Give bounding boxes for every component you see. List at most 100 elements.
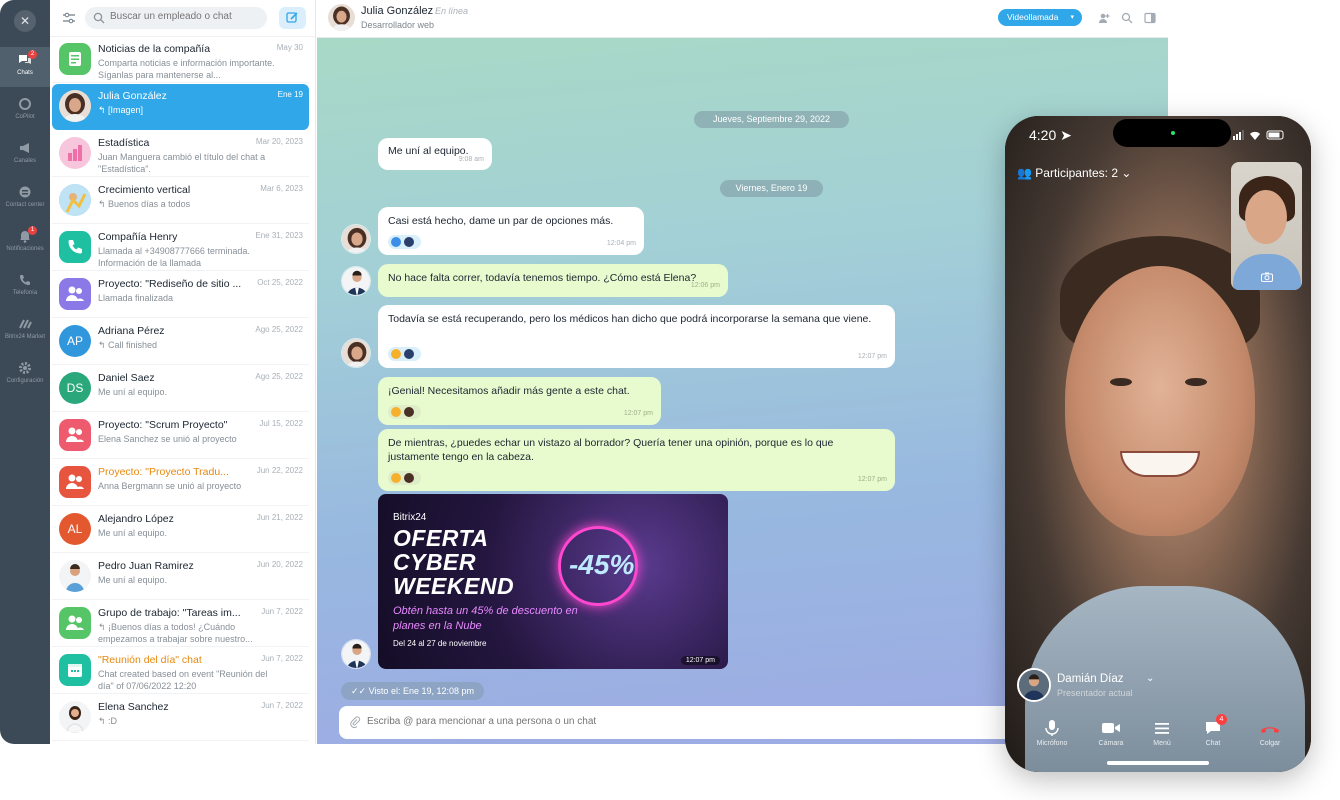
reactions[interactable]	[388, 471, 421, 485]
chat-button[interactable]: Chat 4	[1188, 714, 1238, 747]
chat-name: Grupo de trabajo: "Tareas im...	[98, 607, 241, 619]
promo-brand: Bitrix24	[393, 512, 427, 523]
chats-badge: 2	[28, 50, 37, 59]
search-box[interactable]	[85, 7, 267, 29]
promo-subtitle: Obtén hasta un 45% de descuento en plane…	[393, 605, 578, 632]
message-bubble-own: De mientras, ¿puedes echar un vistazo al…	[378, 429, 895, 491]
participants-button[interactable]: 👥 Participantes: 2 ⌄	[1017, 166, 1131, 180]
search-icon	[93, 12, 105, 24]
copilot-icon	[19, 98, 31, 110]
chat-list-item[interactable]: Grupo de trabajo: "Tareas im... Jun 7, 2…	[52, 601, 309, 647]
camera-button[interactable]: Cámara	[1086, 720, 1136, 747]
reactions[interactable]	[388, 235, 421, 249]
smile-emoji-icon	[391, 349, 401, 359]
status-time: 4:20 ➤	[1029, 127, 1072, 143]
group-avatar-icon	[59, 607, 91, 639]
message-bubble: Casi está hecho, dame un par de opciones…	[378, 207, 644, 255]
chat-list-item[interactable]: DS Daniel Saez Ago 25, 2022 Me uní al eq…	[52, 366, 309, 412]
avatar	[404, 473, 414, 483]
close-icon[interactable]: ✕	[14, 10, 36, 32]
search-input[interactable]	[110, 11, 260, 22]
avatar: AL	[59, 513, 91, 545]
chat-list-item[interactable]: AL Alejandro López Jun 21, 2022 Me uní a…	[52, 507, 309, 553]
avatar[interactable]	[341, 266, 371, 296]
rail-item-configuracion[interactable]: Configuración	[0, 355, 50, 395]
chevron-down-icon[interactable]: ⌄	[1146, 673, 1154, 684]
avatar[interactable]	[341, 338, 371, 368]
add-user-icon[interactable]	[1098, 12, 1110, 24]
stats-avatar-icon	[59, 137, 91, 169]
chat-list-item[interactable]: Proyecto: "Proyecto Tradu... Jun 22, 202…	[52, 460, 309, 506]
chat-preview: ↰ Buenos días a todos	[98, 199, 191, 209]
chat-date: May 30	[276, 43, 303, 52]
chat-name: Estadística	[98, 137, 150, 149]
chat-title[interactable]: Julia González	[361, 5, 433, 17]
hang-up-button[interactable]: Colgar	[1245, 720, 1295, 747]
video-call-button[interactable]: Videollamada ▾	[998, 9, 1082, 26]
chat-list-item[interactable]: Proyecto: "Rediseño de sitio ... Oct 25,…	[52, 272, 309, 318]
chevron-down-icon[interactable]: ▾	[1070, 9, 1074, 26]
rail-item-notificaciones[interactable]: Notificaciones 1	[0, 223, 50, 263]
chat-date: Mar 20, 2023	[255, 137, 303, 146]
self-video-thumbnail[interactable]	[1231, 162, 1302, 290]
message-bubble: Me uní al equipo. 9:08 am	[378, 138, 492, 170]
rail-item-contact-center[interactable]: Contact center	[0, 179, 50, 219]
caller-avatar[interactable]	[1017, 668, 1051, 702]
chat-preview: Me uní al equipo.	[98, 387, 168, 397]
chat-date: Ene 31, 2023	[255, 231, 303, 240]
reactions[interactable]	[388, 347, 421, 361]
group-avatar-icon	[59, 419, 91, 451]
filter-sliders-icon[interactable]	[62, 11, 76, 25]
avatar[interactable]	[341, 639, 371, 669]
chat-date: Jun 20, 2022	[256, 560, 303, 569]
message-input[interactable]	[367, 716, 967, 727]
chat-list-item[interactable]: Elena Sanchez Jun 7, 2022 ↰ :D	[52, 695, 309, 741]
search-icon[interactable]	[1121, 12, 1133, 24]
hang-up-icon	[1261, 727, 1279, 733]
chat-name: Proyecto: "Rediseño de sitio ...	[98, 278, 242, 290]
chat-date: Jun 7, 2022	[261, 701, 303, 710]
chat-preview: Llamada finalizada	[98, 293, 174, 303]
paperclip-icon[interactable]	[349, 716, 361, 728]
chat-preview: Juan Manguera cambió el título del chat …	[98, 152, 266, 174]
avatar[interactable]	[341, 224, 371, 254]
avatar[interactable]	[328, 4, 355, 31]
reactions[interactable]	[388, 405, 421, 419]
caller-name: Damián Díaz	[1057, 673, 1124, 685]
news-avatar-icon	[59, 43, 91, 75]
promo-image[interactable]: Bitrix24 OFERTA CYBER WEEKEND -45% Obtén…	[378, 494, 728, 669]
menu-button[interactable]: Menú	[1137, 720, 1187, 747]
new-chat-button[interactable]	[279, 7, 306, 29]
chat-badge: 4	[1216, 714, 1227, 725]
sidebar-panel-icon[interactable]	[1144, 12, 1156, 24]
message-time: 12:07 pm	[680, 656, 720, 665]
chat-name: Proyecto: "Proyecto Tradu...	[98, 466, 229, 478]
chat-date: Jun 22, 2022	[256, 466, 303, 475]
chat-list-item[interactable]: Proyecto: "Scrum Proyecto" Jul 15, 2022 …	[52, 413, 309, 459]
discount-badge: -45%	[558, 526, 638, 606]
chat-name: Compañía Henry	[98, 231, 178, 243]
chat-list-item[interactable]: "Reunión del día" chat Jun 7, 2022 Chat …	[52, 648, 309, 694]
chat-list-item[interactable]: Noticias de la compañía May 30 Comparta …	[52, 37, 309, 83]
rail-item-canales[interactable]: Canales	[0, 135, 50, 175]
group-avatar-icon	[59, 466, 91, 498]
rail-item-copilot[interactable]: CoPilot	[0, 91, 50, 131]
chat-list-item-selected[interactable]: Julia González Ene 19 ↰ [Imagen]	[52, 84, 309, 130]
rail-item-telefonia[interactable]: Telefonía	[0, 267, 50, 307]
chat-list-item[interactable]: Compañía Henry Ene 31, 2023 Llamada al +…	[52, 225, 309, 271]
chat-list-item[interactable]: Crecimiento vertical Mar 6, 2023 ↰ Bueno…	[52, 178, 309, 224]
rail-item-market[interactable]: Bitrix24 Market	[0, 311, 50, 351]
chat-list-item[interactable]: Estadística Mar 20, 2023 Juan Manguera c…	[52, 131, 309, 177]
chat-name: Proyecto: "Scrum Proyecto"	[98, 419, 228, 431]
smile-emoji-icon	[391, 407, 401, 417]
notifications-badge: 1	[28, 226, 37, 235]
home-indicator	[1107, 761, 1209, 765]
chat-list-item[interactable]: AP Adriana Pérez Ago 25, 2022 ↰ Call fin…	[52, 319, 309, 365]
switch-camera-icon[interactable]	[1261, 272, 1273, 282]
avatar	[59, 90, 91, 122]
chat-name: Crecimiento vertical	[98, 184, 191, 196]
rail-item-chats[interactable]: Chats 2	[0, 47, 50, 87]
chat-list-item[interactable]: Pedro Juan Ramirez Jun 20, 2022 Me uní a…	[52, 554, 309, 600]
messenger-window: ✕ Chats 2 CoPilot Canales Contact center…	[0, 0, 1168, 744]
microphone-button[interactable]: Micrófono	[1027, 720, 1077, 747]
